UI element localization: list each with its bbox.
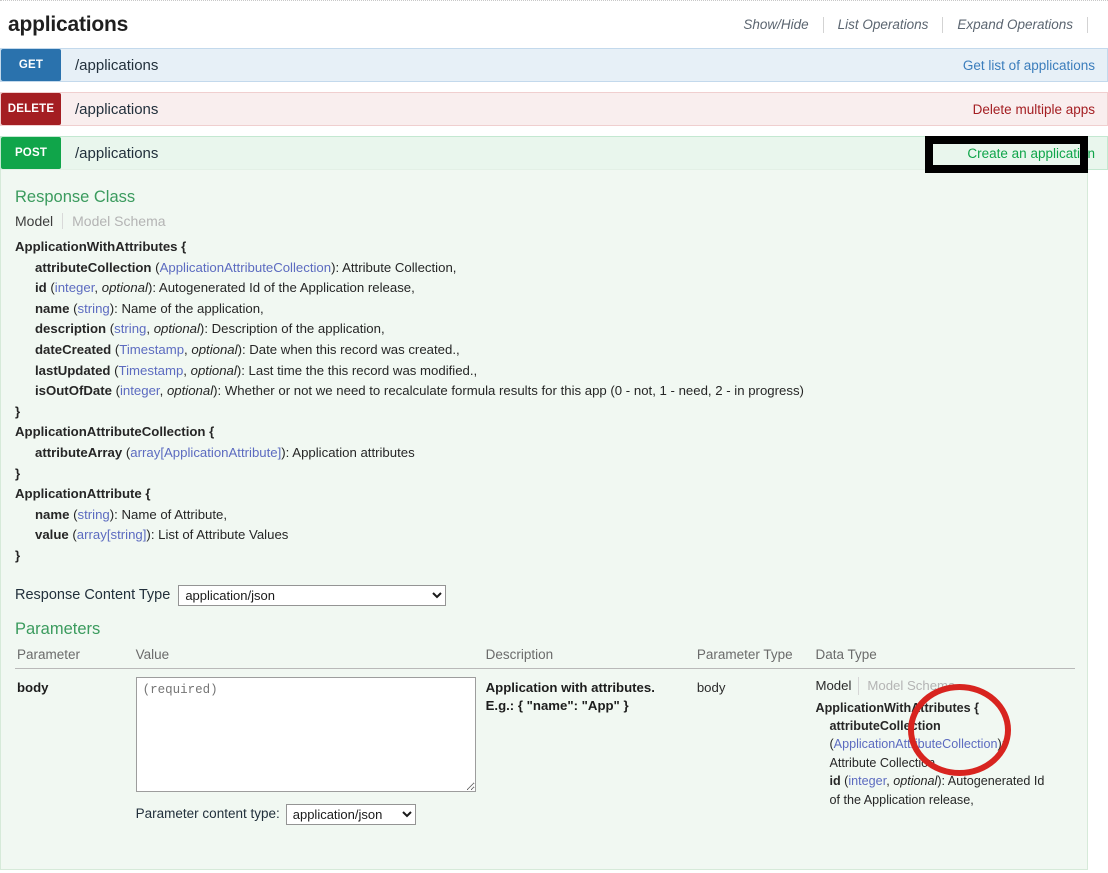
page-title: applications: [8, 13, 128, 37]
signature-line: ApplicationAttribute {: [15, 484, 1073, 505]
parameter-content-type-row: Parameter content type: application/json…: [136, 797, 478, 825]
signature-line: }: [15, 546, 1073, 567]
signature-line: id (integer, optional): Autogenerated Id…: [15, 278, 1073, 299]
signature-line: ApplicationWithAttributes {: [815, 699, 1065, 717]
tab-model-schema-datatype[interactable]: Model Schema: [858, 677, 962, 695]
table-row: body Parameter content type: application…: [15, 668, 1075, 833]
table-header-row: Parameter Value Description Parameter Ty…: [15, 645, 1075, 669]
signature-line: of the Application release,: [815, 791, 1065, 809]
swagger-ui-root: applications Show/Hide List Operations E…: [0, 0, 1108, 873]
column-description: Description: [484, 645, 695, 669]
response-model-signature: ApplicationWithAttributes {attributeColl…: [1, 235, 1087, 575]
parameter-description-cell: Application with attributes. E.g.: { "na…: [484, 668, 695, 833]
show-hide-link[interactable]: Show/Hide: [729, 17, 822, 32]
operation-path-post[interactable]: /applications: [61, 145, 158, 162]
operation-detail-post: Response Class Model Model Schema Applic…: [0, 170, 1088, 870]
parameters-heading: Parameters: [1, 610, 1087, 645]
tab-model-datatype[interactable]: Model: [815, 677, 858, 695]
method-badge-post: POST: [1, 137, 61, 169]
operation-summary-delete[interactable]: Delete multiple apps: [973, 102, 1107, 117]
operation-row-post-applications[interactable]: POST /applications Create an application: [0, 136, 1108, 170]
parameter-type-value: body: [695, 668, 814, 833]
divider: [1087, 17, 1088, 33]
signature-line: attributeCollection (ApplicationAttribut…: [15, 258, 1073, 279]
signature-line: (ApplicationAttributeCollection):: [815, 735, 1065, 753]
operation-summary-post[interactable]: Create an application: [967, 146, 1107, 161]
response-content-type-row: Response Content Type application/jsonap…: [1, 575, 1087, 610]
operation-row-delete-applications[interactable]: DELETE /applications Delete multiple app…: [0, 92, 1108, 126]
signature-line: isOutOfDate (integer, optional): Whether…: [15, 381, 1073, 402]
parameters-table: Parameter Value Description Parameter Ty…: [15, 645, 1075, 833]
operation-path-get[interactable]: /applications: [61, 57, 158, 74]
operation-summary-get[interactable]: Get list of applications: [963, 58, 1107, 73]
tab-model-schema[interactable]: Model Schema: [62, 213, 174, 229]
signature-line: id (integer, optional): Autogenerated Id: [815, 772, 1065, 790]
signature-line: Attribute Collection,: [815, 754, 1065, 772]
response-content-type-select[interactable]: application/jsonapplication/xmltext/plai…: [178, 585, 446, 606]
list-operations-link[interactable]: List Operations: [824, 17, 943, 32]
parameter-content-type-label: Parameter content type:: [136, 805, 286, 823]
signature-line: dateCreated (Timestamp, optional): Date …: [15, 340, 1073, 361]
data-type-tabs: Model Model Schema: [815, 677, 1069, 699]
column-value: Value: [134, 645, 484, 669]
signature-line: }: [15, 402, 1073, 423]
signature-line: }: [15, 464, 1073, 485]
response-content-type-label: Response Content Type: [15, 587, 178, 603]
signature-line: name (string): Name of Attribute,: [15, 505, 1073, 526]
resource-options: Show/Hide List Operations Expand Operati…: [729, 17, 1088, 33]
resource-header: applications Show/Hide List Operations E…: [0, 0, 1108, 48]
parameter-data-type-cell: Model Model Schema ApplicationWithAttrib…: [813, 668, 1075, 833]
signature-line: description (string, optional): Descript…: [15, 319, 1073, 340]
signature-line: ApplicationAttributeCollection {: [15, 422, 1073, 443]
signature-line: attributeCollection: [815, 717, 1065, 735]
parameter-value-cell: Parameter content type: application/json…: [134, 668, 484, 833]
parameter-name-body: body: [15, 668, 134, 833]
column-parameter-type: Parameter Type: [695, 645, 814, 669]
method-badge-get: GET: [1, 49, 61, 81]
signature-line: value (array[string]): List of Attribute…: [15, 525, 1073, 546]
method-badge-delete: DELETE: [1, 93, 61, 125]
operation-path-delete[interactable]: /applications: [61, 101, 158, 118]
description-line-2: E.g.: { "name": "App" }: [486, 697, 689, 715]
signature-line: ApplicationWithAttributes {: [15, 237, 1073, 258]
signature-line: lastUpdated (Timestamp, optional): Last …: [15, 361, 1073, 382]
body-value-textarea[interactable]: [136, 677, 476, 792]
parameter-content-type-select[interactable]: application/jsonapplication/xml: [286, 804, 416, 825]
signature-line: name (string): Name of the application,: [15, 299, 1073, 320]
tab-model[interactable]: Model: [15, 213, 62, 229]
column-parameter: Parameter: [15, 645, 134, 669]
response-class-heading: Response Class: [1, 184, 1087, 213]
data-type-signature: ApplicationWithAttributes {attributeColl…: [815, 699, 1065, 809]
expand-operations-link[interactable]: Expand Operations: [943, 17, 1087, 32]
description-line-1: Application with attributes.: [486, 679, 689, 697]
column-data-type: Data Type: [813, 645, 1075, 669]
operation-row-get-applications[interactable]: GET /applications Get list of applicatio…: [0, 48, 1108, 82]
signature-line: attributeArray (array[ApplicationAttribu…: [15, 443, 1073, 464]
response-model-tabs: Model Model Schema: [1, 213, 1087, 235]
